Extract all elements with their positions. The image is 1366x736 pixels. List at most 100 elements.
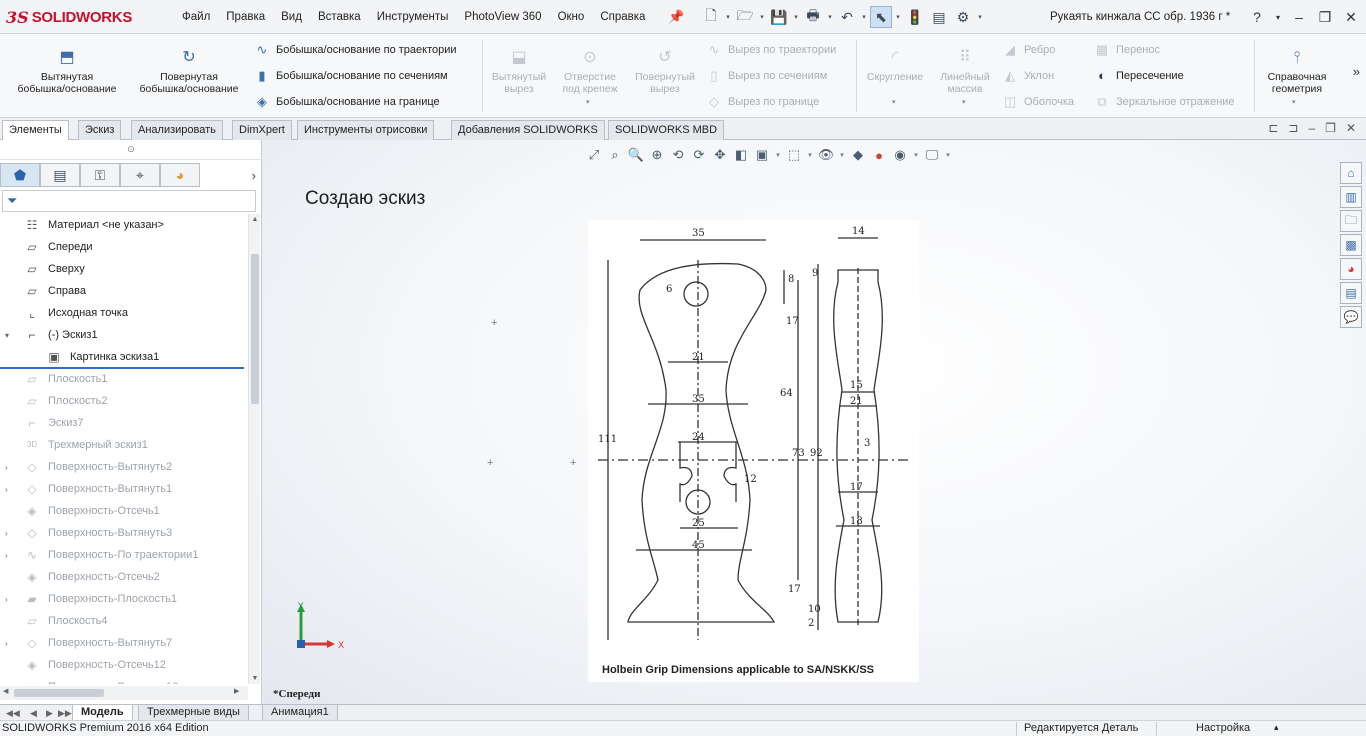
fillet-button[interactable]: ◜ Скругление bbox=[862, 48, 928, 83]
hide-show-dropdown-icon[interactable]: ▾ bbox=[838, 151, 846, 159]
tree-item[interactable]: ☷ Материал <не указан> bbox=[0, 214, 248, 236]
dynamic-annotation-icon[interactable]: ▣ bbox=[753, 147, 771, 163]
rib-button[interactable]: ◢ Ребро bbox=[1002, 40, 1055, 60]
expand-toolbar-icon[interactable]: » bbox=[1353, 64, 1360, 79]
open-dropdown-icon[interactable]: ▾ bbox=[758, 13, 766, 21]
save-icon[interactable]: 💾 bbox=[768, 6, 790, 28]
pan-icon[interactable]: ✥ bbox=[711, 147, 729, 163]
apply-scene-icon[interactable]: ● bbox=[870, 148, 888, 163]
linear-pattern-button[interactable]: ⠿ Линейный массив bbox=[932, 48, 998, 95]
intersect-button[interactable]: ◐ Пересечение bbox=[1094, 66, 1184, 86]
tree-item[interactable]: › ◇ Поверхность-Вытянуть2 bbox=[0, 456, 248, 478]
expand-arrow-icon[interactable]: ▾ bbox=[5, 331, 15, 340]
tab-evaluate[interactable]: Анализировать bbox=[131, 120, 223, 140]
tree-item[interactable]: › ▰ Поверхность-Плоскость1 bbox=[0, 588, 248, 610]
menu-help[interactable]: Справка bbox=[592, 0, 653, 34]
collapse-right-icon[interactable]: ⊐ bbox=[1288, 121, 1298, 135]
dimxpert-manager-tab-icon[interactable]: ⌖ bbox=[120, 163, 160, 187]
print-icon[interactable]: 🖶 bbox=[802, 6, 824, 28]
zoom-to-area-icon[interactable]: ⌕ bbox=[606, 147, 624, 163]
tab-animation[interactable]: Анимация1 bbox=[262, 705, 338, 721]
scrollbar-thumb[interactable] bbox=[251, 254, 259, 404]
display-style-dropdown-icon[interactable]: ▾ bbox=[806, 151, 814, 159]
revolved-cut-button[interactable]: ↺ Повернутый вырез bbox=[630, 48, 700, 95]
doc-restore-icon[interactable]: ❐ bbox=[1325, 121, 1336, 135]
tabs-first-icon[interactable]: ◀◀ bbox=[6, 705, 20, 721]
menu-window[interactable]: Окно bbox=[550, 0, 593, 34]
tab-sketch[interactable]: Эскиз bbox=[78, 120, 122, 140]
tree-item[interactable]: ◈ Поверхность-Отсечь1 bbox=[0, 500, 248, 522]
revolved-boss-button[interactable]: ↻ Повернутая бобышка/основание bbox=[130, 48, 248, 95]
boundary-cut-button[interactable]: ◇ Вырез по границе bbox=[706, 92, 819, 112]
undo-icon[interactable]: ↶ bbox=[836, 6, 858, 28]
swept-boss-button[interactable]: ∿ Бобышка/основание по траектории bbox=[254, 40, 457, 60]
tree-item[interactable]: 3D Трехмерный эскиз1 bbox=[0, 434, 248, 456]
boundary-boss-button[interactable]: ◈ Бобышка/основание на границе bbox=[254, 92, 440, 112]
pin-menu-icon[interactable]: 📌 bbox=[668, 9, 684, 25]
menu-edit[interactable]: Правка bbox=[218, 0, 273, 34]
tree-item[interactable]: ▱ Плоскость2 bbox=[0, 390, 248, 412]
expand-arrow-icon[interactable]: › bbox=[5, 639, 15, 648]
expand-arrow-icon[interactable]: › bbox=[5, 485, 15, 494]
panel-more-icon[interactable]: › bbox=[252, 168, 256, 183]
graphics-area[interactable]: ⤢ ⌕ 🔍 ⊕ ⟲ ⟳ ✥ ◧ ▣ ▾ ⬚ ▾ 👁 ▾ ◆ ● ◉ ▾ 🖵 ▾ … bbox=[263, 140, 1366, 704]
view-settings-dropdown-icon[interactable]: ▾ bbox=[912, 151, 920, 159]
tree-filter[interactable]: ⏷ bbox=[2, 190, 256, 212]
design-library-icon[interactable]: ▥ bbox=[1340, 186, 1362, 208]
tab-dimxpert[interactable]: DimXpert bbox=[232, 120, 292, 140]
collapse-left-icon[interactable]: ⊏ bbox=[1268, 121, 1278, 135]
menu-file[interactable]: Файл bbox=[174, 0, 218, 34]
hole-wizard-button[interactable]: ⊙ Отверстие под крепеж bbox=[556, 48, 624, 95]
rotate-view-icon[interactable]: ⟳ bbox=[690, 147, 708, 163]
tree-item[interactable]: ▱ Спереди bbox=[0, 236, 248, 258]
tree-item[interactable]: ◈ Поверхность-Отсечь2 bbox=[0, 566, 248, 588]
custom-properties-icon[interactable]: ▤ bbox=[1340, 282, 1362, 304]
tab-solidworks-addins[interactable]: Добавления SOLIDWORKS bbox=[451, 120, 605, 140]
menu-insert[interactable]: Вставка bbox=[310, 0, 369, 34]
hide-show-items-icon[interactable]: 👁 bbox=[817, 147, 835, 163]
zoom-in-out-icon[interactable]: 🔍 bbox=[627, 147, 645, 163]
scroll-up-icon[interactable]: ▲ bbox=[249, 216, 261, 223]
open-icon[interactable]: 🗁 bbox=[734, 6, 756, 28]
options-dropdown-icon[interactable]: ▾ bbox=[976, 13, 984, 21]
zoom-to-selection-icon[interactable]: ⊕ bbox=[648, 147, 666, 163]
view-settings-icon[interactable]: ◉ bbox=[891, 147, 909, 163]
display-monitor-dropdown-icon[interactable]: ▾ bbox=[944, 151, 952, 159]
tree-item[interactable]: ⌐ Эскиз7 bbox=[0, 412, 248, 434]
tree-item[interactable]: ⌞ Исходная точка bbox=[0, 302, 248, 324]
tab-model[interactable]: Модель bbox=[72, 705, 133, 721]
extruded-cut-button[interactable]: ⬓ Вытянутый вырез bbox=[486, 48, 552, 95]
mirror-button[interactable]: ⧉ Зеркальное отражение bbox=[1094, 92, 1234, 112]
tree-item[interactable]: ▣ Картинка эскиза1 bbox=[0, 346, 248, 368]
new-dropdown-icon[interactable]: ▾ bbox=[724, 13, 732, 21]
rollback-bar[interactable] bbox=[0, 367, 244, 369]
scrollbar-thumb[interactable] bbox=[14, 689, 104, 697]
tab-solidworks-mbd[interactable]: SOLIDWORKS MBD bbox=[608, 120, 725, 140]
edit-appearance-icon[interactable]: ◆ bbox=[849, 147, 867, 163]
lofted-cut-button[interactable]: ▯ Вырез по сечениям bbox=[706, 66, 827, 86]
tree-item[interactable]: › ◇ Поверхность-Вытянуть1 bbox=[0, 478, 248, 500]
view-orientation-icon[interactable]: ⬚ bbox=[785, 147, 803, 163]
menu-tools[interactable]: Инструменты bbox=[369, 0, 457, 34]
rebuild-icon[interactable]: 🚦 bbox=[904, 6, 926, 28]
restore-button[interactable]: ❐ bbox=[1316, 9, 1334, 26]
menu-photoview[interactable]: PhotoView 360 bbox=[456, 0, 549, 34]
view-orientation-dropdown-icon[interactable]: ▾ bbox=[774, 151, 782, 159]
tree-item[interactable]: ▱ Плоскость4 bbox=[0, 610, 248, 632]
tree-item[interactable]: ▾ ⌐ (-) Эскиз1 bbox=[0, 324, 248, 346]
tabs-last-icon[interactable]: ▶▶ bbox=[58, 705, 72, 721]
hole-wizard-dropdown-icon[interactable]: ▾ bbox=[586, 98, 590, 106]
tree-horizontal-scrollbar[interactable]: ◀ ▶ bbox=[0, 686, 248, 700]
property-manager-tab-icon[interactable]: ▤ bbox=[40, 163, 80, 187]
sketch-picture[interactable]: 35 14 8 9 17 64 73 92 111 21 35 24 12 25… bbox=[588, 220, 919, 682]
options-icon[interactable]: ⚙ bbox=[952, 6, 974, 28]
display-monitor-icon[interactable]: 🖵 bbox=[923, 147, 941, 163]
help-dropdown-icon[interactable]: ▾ bbox=[1274, 13, 1282, 22]
zoom-to-fit-icon[interactable]: ⤢ bbox=[585, 147, 603, 163]
save-dropdown-icon[interactable]: ▾ bbox=[792, 13, 800, 21]
tabs-prev-icon[interactable]: ◀ bbox=[30, 705, 37, 721]
tree-vertical-scrollbar[interactable]: ▲ ▼ bbox=[248, 214, 260, 684]
section-view-icon[interactable]: ◧ bbox=[732, 147, 750, 163]
doc-close-icon[interactable]: ✕ bbox=[1346, 121, 1356, 135]
expand-arrow-icon[interactable]: › bbox=[5, 683, 15, 685]
